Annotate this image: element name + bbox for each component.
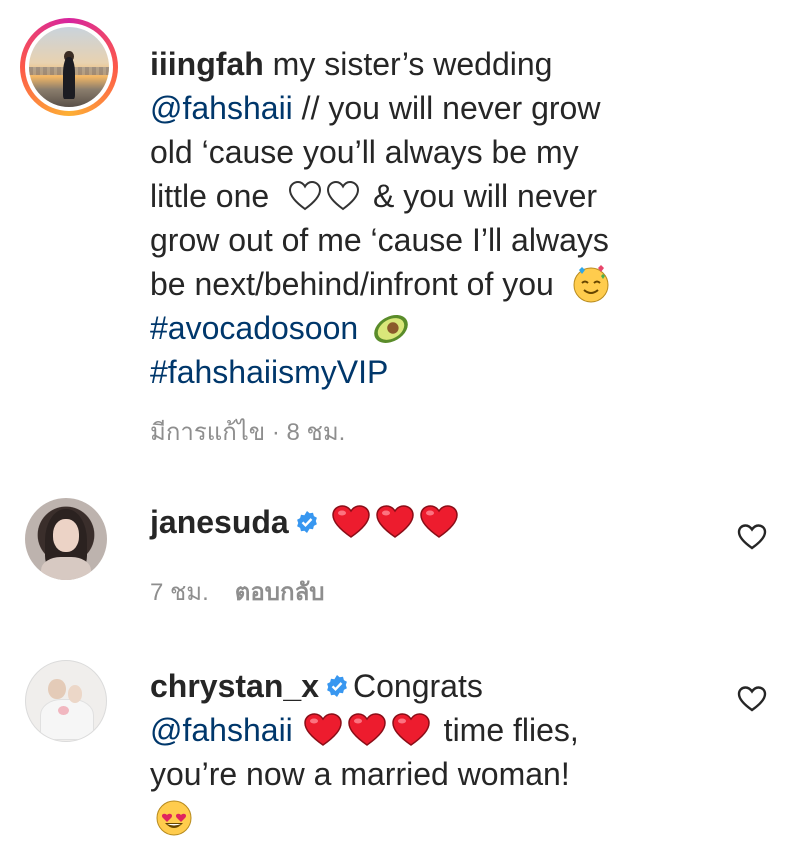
verified-badge-icon (327, 674, 347, 697)
username-iiingfah[interactable]: iiingfah (150, 46, 264, 82)
comment-timestamp: 7 ชม. (150, 579, 209, 606)
edited-timestamp: มีการแก้ไข · 8 ชม. (150, 419, 346, 446)
story-ring-avatar[interactable] (20, 18, 118, 116)
comment-text: you’re now a married woman! (150, 756, 570, 792)
red-heart-emoji (419, 504, 458, 538)
username-chrystan-x[interactable]: chrystan_x (150, 668, 319, 704)
mention-fahshaii[interactable]: @fahshaii (150, 90, 293, 126)
white-heart-emoji (327, 180, 360, 210)
red-heart-emoji (348, 712, 386, 746)
comment-text: old ‘cause you’ll always be my (150, 134, 579, 170)
red-heart-emoji (304, 712, 342, 746)
red-heart-emoji (392, 712, 430, 746)
white-heart-emoji (289, 180, 322, 210)
avatar-iiingfah (29, 27, 109, 107)
smiling-face-with-hearts-emoji (573, 264, 609, 303)
comment-text: be next/behind/infront of you (150, 266, 554, 302)
comment-text: Congrats (352, 668, 483, 704)
red-heart-emoji (331, 504, 370, 538)
avocado-emoji (374, 314, 408, 343)
avatar-janesuda[interactable] (25, 498, 107, 580)
comments-page: iiingfah my sister’s wedding @fahshaii /… (0, 0, 800, 850)
comment-meta-1: มีการแก้ไข · 8 ชม. (150, 412, 345, 451)
comment-body-2: janesuda (150, 500, 710, 544)
hashtag-fahshaiismyvip[interactable]: #fahshaiismyVIP (150, 354, 388, 390)
red-heart-emoji (375, 504, 414, 538)
comment-text: little one (150, 178, 270, 214)
like-heart-icon[interactable] (737, 523, 767, 551)
comment-body-3: chrystan_x Congrats @fahshaii time flies… (150, 664, 730, 840)
comment-text: & you will never (364, 178, 598, 214)
comment-text: // you will never grow (292, 90, 601, 126)
avatar-chrystan-x[interactable] (25, 660, 107, 742)
verified-badge-icon (296, 510, 317, 533)
like-heart-icon[interactable] (737, 685, 767, 713)
comment-body-1: iiingfah my sister’s wedding @fahshaii /… (150, 42, 770, 394)
comment-meta-2: 7 ชม. ตอบกลับ (150, 572, 325, 611)
comment-text: time flies, (434, 712, 579, 748)
reply-button[interactable]: ตอบกลับ (235, 579, 325, 606)
heart-eyes-face-emoji (156, 800, 192, 836)
username-janesuda[interactable]: janesuda (150, 504, 289, 540)
comment-text: grow out of me ‘cause I’ll always (150, 222, 609, 258)
mention-fahshaii[interactable]: @fahshaii (150, 712, 293, 748)
comment-text: my sister’s wedding (263, 46, 553, 82)
hashtag-avocadosoon[interactable]: #avocadosoon (150, 310, 358, 346)
